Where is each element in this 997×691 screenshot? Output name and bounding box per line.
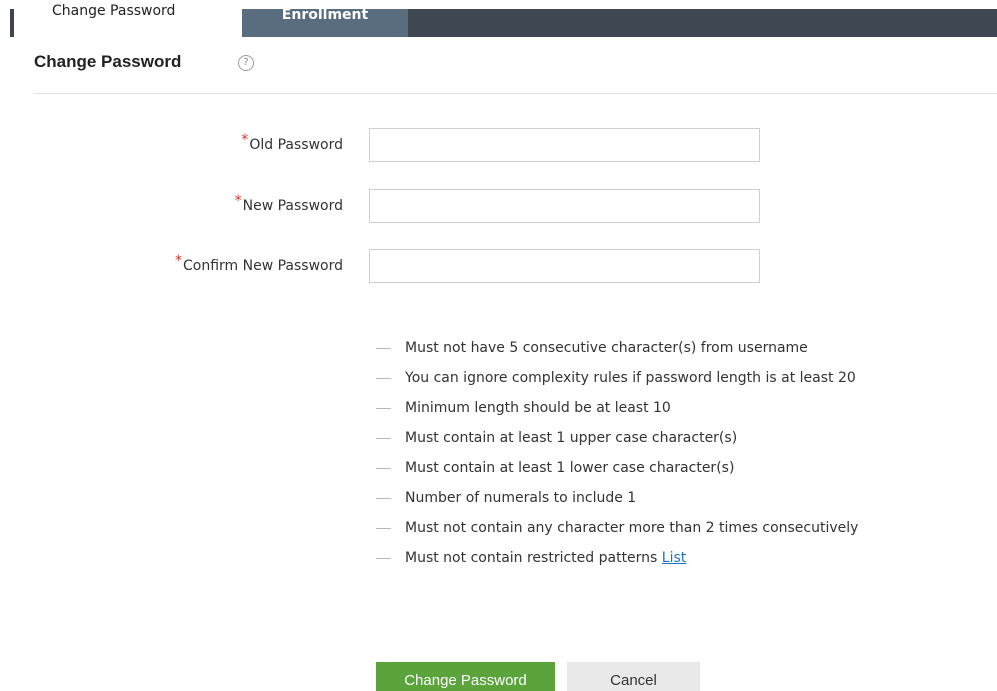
confirm-password-field[interactable]	[369, 249, 760, 283]
password-rule: Must not contain restricted patterns Lis…	[376, 548, 858, 578]
new-password-row: *New Password	[0, 189, 997, 223]
tab-change-password-label: Change Password	[52, 3, 176, 19]
dash-icon	[376, 378, 391, 379]
cancel-button[interactable]: Cancel	[567, 662, 700, 691]
confirm-password-row: *Confirm New Password	[0, 249, 997, 283]
password-rule-text: Must contain at least 1 upper case chara…	[405, 430, 738, 446]
password-rule: Must contain at least 1 lower case chara…	[376, 458, 858, 488]
password-rule-text: Must contain at least 1 lower case chara…	[405, 460, 735, 476]
required-marker: *	[241, 132, 249, 148]
password-rule: Minimum length should be at least 10	[376, 398, 858, 428]
password-rule-text: You can ignore complexity rules if passw…	[405, 370, 856, 386]
dash-icon	[376, 528, 391, 529]
old-password-label: *Old Password	[241, 132, 343, 153]
password-rule: You can ignore complexity rules if passw…	[376, 368, 858, 398]
tab-change-password[interactable]: Change Password	[30, 0, 242, 37]
dash-icon	[376, 558, 391, 559]
new-password-field[interactable]	[369, 189, 760, 223]
new-password-label-text: New Password	[242, 198, 343, 214]
dash-icon	[376, 468, 391, 469]
old-password-field[interactable]	[369, 128, 760, 162]
new-password-label: *New Password	[235, 193, 343, 214]
confirm-password-label: *Confirm New Password	[175, 253, 343, 274]
password-rule-text: Number of numerals to include 1	[405, 490, 637, 506]
password-rule: Must not contain any character more than…	[376, 518, 858, 548]
password-rule-text: Minimum length should be at least 10	[405, 400, 671, 416]
required-marker: *	[234, 193, 242, 209]
tab-bar-fill	[408, 9, 997, 37]
password-rule: Must not have 5 consecutive character(s)…	[376, 338, 858, 368]
page-title: Change Password	[34, 52, 182, 71]
tab-bar-edge	[10, 9, 14, 37]
change-password-button[interactable]: Change Password	[376, 662, 555, 691]
dash-icon	[376, 348, 391, 349]
dash-icon	[376, 438, 391, 439]
header-divider	[34, 93, 997, 94]
tab-enrollment[interactable]: Enrollment	[242, 7, 408, 37]
password-rule: Must contain at least 1 upper case chara…	[376, 428, 858, 458]
question-circle-icon[interactable]: ?	[238, 55, 254, 71]
old-password-row: *Old Password	[0, 128, 997, 162]
restricted-patterns-list-link[interactable]: List	[662, 548, 686, 568]
tab-enrollment-label: Enrollment	[281, 7, 369, 23]
change-password-page: Change Password Enrollment Change Passwo…	[0, 0, 997, 691]
password-rule-text: Must not contain restricted patterns	[405, 550, 658, 566]
required-marker: *	[174, 253, 182, 269]
confirm-password-label-text: Confirm New Password	[182, 258, 343, 274]
old-password-label-text: Old Password	[249, 137, 343, 153]
password-rule-text: Must not contain any character more than…	[405, 520, 859, 536]
password-rule: Number of numerals to include 1	[376, 488, 858, 518]
tab-bar: Change Password Enrollment	[0, 0, 997, 37]
password-rule-text: Must not have 5 consecutive character(s)…	[405, 340, 808, 356]
dash-icon	[376, 498, 391, 499]
dash-icon	[376, 408, 391, 409]
password-rules-list: Must not have 5 consecutive character(s)…	[376, 338, 858, 578]
